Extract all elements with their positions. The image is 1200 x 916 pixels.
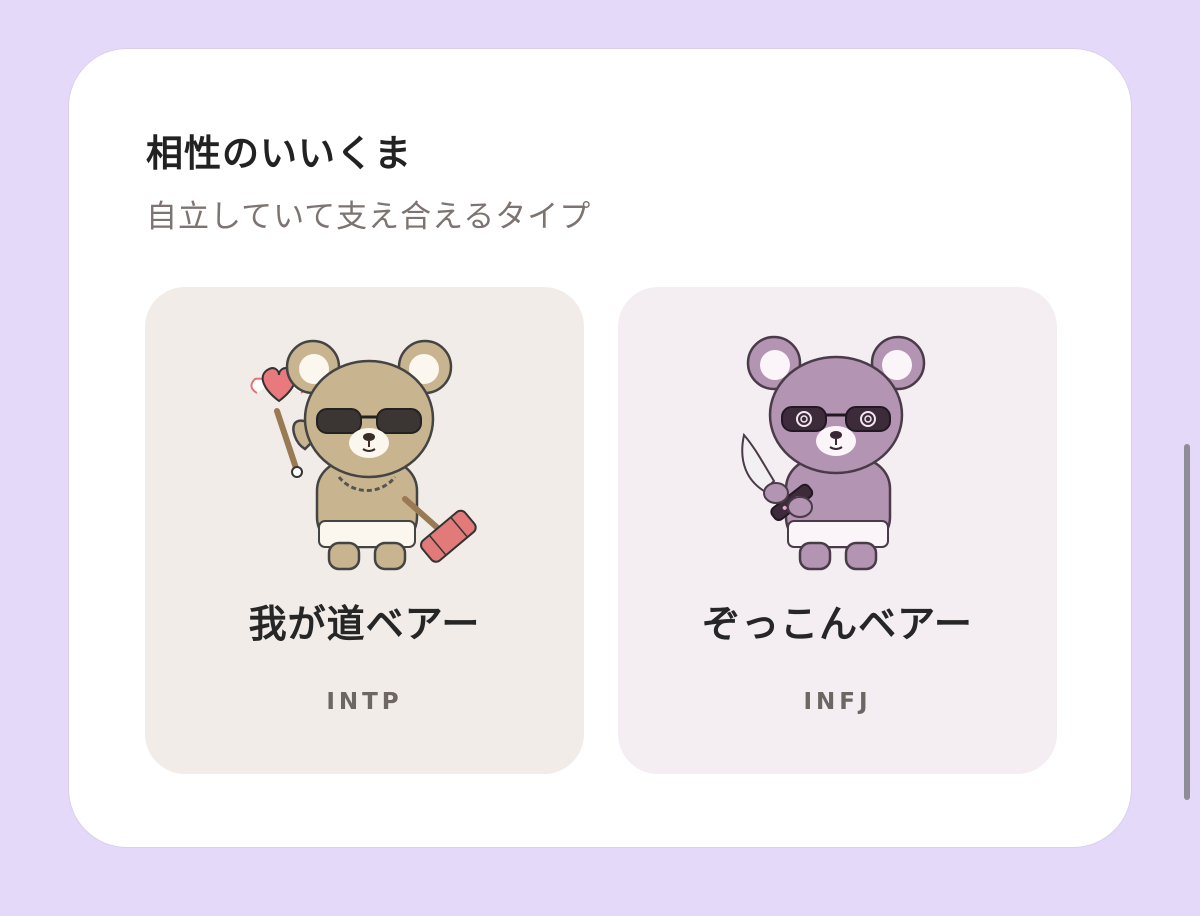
bear-card-intp[interactable]: 我が道ベアー INTP <box>145 287 584 774</box>
section-title: 相性のいいくま <box>146 132 412 175</box>
bear-with-heart-wand-and-hammer-icon <box>250 339 477 571</box>
section-subtitle: 自立していて支え合えるタイプ <box>146 199 592 235</box>
compatible-bears-card: 相性のいいくま 自立していて支え合えるタイプ 我が道ベアー INTP ぞっこんベ… <box>69 49 1131 847</box>
scrollbar[interactable] <box>1184 444 1190 800</box>
bear-type-label: INTP <box>326 689 403 715</box>
bear-name: ぞっこんベアー <box>702 602 973 646</box>
bear-with-knife-icon <box>741 335 926 571</box>
bear-card-infj[interactable]: ぞっこんベアー INFJ <box>618 287 1057 774</box>
bear-type-label: INFJ <box>803 689 872 715</box>
bear-name: 我が道ベアー <box>248 602 481 646</box>
